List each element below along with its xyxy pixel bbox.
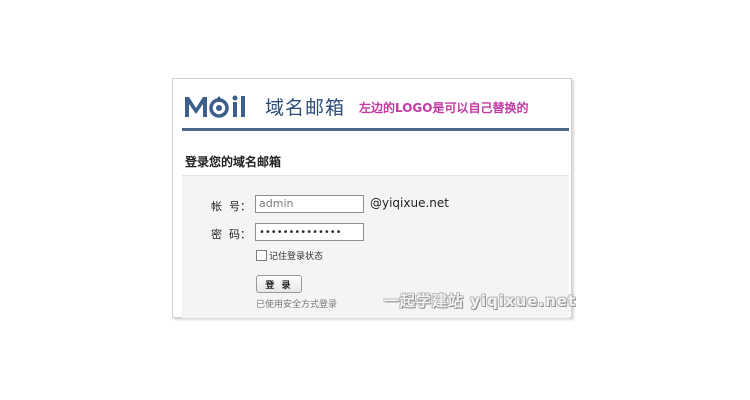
brand-title: 域名邮箱	[265, 97, 346, 119]
header-divider	[182, 128, 569, 131]
account-label: 帐 号：	[211, 200, 251, 213]
site-watermark: 一起学建站 yiqixue.net	[384, 292, 577, 310]
login-button[interactable]: 登 录	[256, 275, 302, 293]
logo-hint: 左边的LOGO是可以自己替换的	[359, 101, 529, 115]
mail-header: 域名邮箱 左边的LOGO是可以自己替换的	[173, 79, 571, 131]
account-input[interactable]	[255, 195, 364, 213]
secure-login-note: 已使用安全方式登录	[256, 300, 338, 310]
password-input[interactable]: ••••••••••••••	[255, 223, 364, 241]
login-panel: 域名邮箱 左边的LOGO是可以自己替换的 登录您的域名邮箱 帐 号： @yiqi…	[172, 78, 572, 318]
login-title: 登录您的域名邮箱	[185, 155, 282, 169]
domain-suffix: @yiqixue.net	[370, 196, 449, 210]
remember-checkbox[interactable]	[256, 250, 267, 261]
password-label: 密 码：	[211, 228, 251, 241]
remember-label: 记住登录状态	[269, 252, 324, 262]
mail-logo	[185, 95, 245, 118]
